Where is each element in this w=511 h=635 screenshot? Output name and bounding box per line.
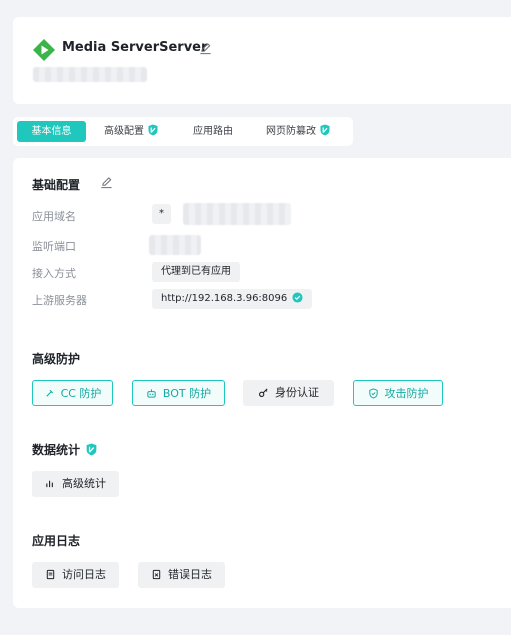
basic-config-title: 基础配置 (32, 178, 81, 192)
cc-protection-button[interactable]: CC 防护 (32, 380, 113, 406)
app-logo-icon (33, 39, 55, 61)
robot-icon (147, 389, 156, 398)
upstream-server-chip: http://192.168.3.96:8096 (152, 289, 313, 309)
check-circle-icon (292, 292, 303, 303)
app-header-card: Media ServerServer (13, 17, 511, 104)
tab-bar: 基本信息 高级配置 应用路由 网页防篡改 (13, 117, 353, 146)
pro-badge-icon (86, 443, 97, 456)
logs-title: 应用日志 (32, 534, 81, 548)
bot-protection-button[interactable]: BOT 防护 (132, 380, 225, 406)
port-value-redacted (149, 235, 201, 255)
app-detail-card: 基础配置 应用域名 * 监听端口 接入方式 代理到已有应用 上游服务器 http… (13, 158, 511, 608)
upstream-server-label: 上游服务器 (32, 294, 87, 307)
tab-app-routing[interactable]: 应用路由 (183, 121, 243, 142)
app-description-redacted (33, 67, 147, 82)
access-log-button[interactable]: 访问日志 (32, 562, 119, 588)
edit-app-icon[interactable] (199, 42, 212, 55)
access-method-value: 代理到已有应用 (152, 262, 240, 282)
pin-icon (45, 389, 53, 397)
document-error-icon (152, 569, 161, 580)
domain-value-redacted (183, 203, 291, 225)
document-icon (46, 569, 55, 580)
edit-basic-config-icon[interactable] (100, 176, 113, 189)
statistics-title: 数据统计 (32, 441, 97, 458)
app-title: Media ServerServer (62, 40, 208, 55)
tab-web-tamper-protection[interactable]: 网页防篡改 (259, 121, 337, 142)
domain-wildcard-chip: * (152, 204, 171, 224)
key-icon (259, 388, 268, 397)
shield-icon (368, 388, 378, 399)
pro-badge-icon (320, 124, 330, 136)
chart-icon (46, 480, 53, 488)
tab-basic-info[interactable]: 基本信息 (17, 121, 86, 142)
port-label: 监听端口 (32, 240, 76, 253)
access-method-label: 接入方式 (32, 267, 76, 280)
domain-label: 应用域名 (32, 210, 76, 223)
pro-badge-icon (148, 124, 158, 136)
advanced-protection-title: 高级防护 (32, 352, 81, 366)
attack-protection-button[interactable]: 攻击防护 (353, 380, 443, 406)
auth-button[interactable]: 身份认证 (243, 380, 334, 406)
error-log-button[interactable]: 错误日志 (138, 562, 225, 588)
tab-advanced-config[interactable]: 高级配置 (95, 121, 167, 142)
advanced-statistics-button[interactable]: 高级统计 (32, 471, 119, 497)
